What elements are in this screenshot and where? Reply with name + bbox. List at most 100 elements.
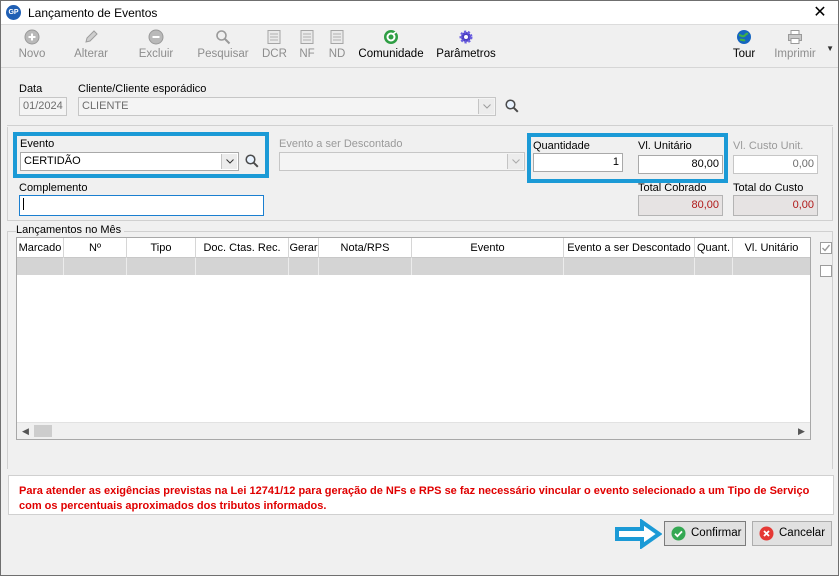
toolbar: Novo Alterar Excluir Pesquisar DCR NF ND [1,26,838,68]
toolbar-button-excluir[interactable]: Excluir [138,29,174,65]
quantidade-label: Quantidade [533,140,590,152]
grid-header: Marcado Nº Tipo Doc. Ctas. Rec. Gerar No… [17,238,810,258]
confirm-button[interactable]: Confirmar [664,521,746,546]
column-header-vl-unitario[interactable]: Vl. Unitário [733,238,810,258]
toolbar-button-comunidade[interactable]: Comunidade [358,29,424,65]
toolbar-label: Alterar [74,48,108,60]
toolbar-label: Tour [732,48,756,60]
scroll-right-icon[interactable]: ▶ [793,423,810,439]
total-cobrado-label: Total Cobrado [638,182,707,194]
toolbar-button-nd[interactable]: ND [327,29,347,65]
plus-circle-icon [24,29,40,45]
toolbar-button-pesquisar[interactable]: Pesquisar [197,29,249,65]
chevron-down-icon[interactable] [221,154,237,169]
cliente-search-icon[interactable] [504,98,520,114]
total-cobrado-field: 80,00 [638,195,723,216]
horizontal-scrollbar[interactable]: ◀ ▶ [17,422,810,439]
document-icon [330,30,344,44]
complemento-label: Complemento [19,182,88,194]
scroll-left-icon[interactable]: ◀ [17,423,34,439]
chevron-down-icon[interactable] [507,154,523,169]
scroll-thumb[interactable] [34,425,52,437]
data-label: Data [19,83,43,95]
lancamentos-title: Lançamentos no Mês [16,224,125,236]
document-icon [300,30,314,44]
column-header-doc-ctas-rec[interactable]: Doc. Ctas. Rec. [196,238,289,258]
table-cell [412,258,564,275]
column-header-numero[interactable]: Nº [64,238,127,258]
select-all-checkbox[interactable] [820,242,832,254]
evento-search-icon[interactable] [244,153,260,169]
data-field[interactable]: 01/2024 [19,97,67,116]
toolbar-label: Pesquisar [197,48,249,60]
community-icon [384,30,398,44]
toolbar-button-parametros[interactable]: Parâmetros [436,29,496,65]
toolbar-label: Comunidade [358,48,424,60]
title-bar: GP Lançamento de Eventos ✕ [1,1,838,25]
toolbar-overflow-chevron-icon[interactable]: ▼ [826,44,834,53]
toolbar-label: Excluir [138,48,174,60]
cancel-circle-icon [759,526,774,541]
cliente-value: CLIENTE [82,100,129,112]
column-header-nota-rps[interactable]: Nota/RPS [319,238,412,258]
clear-selection-checkbox[interactable] [820,265,832,277]
column-header-quant[interactable]: Quant. [695,238,733,258]
column-header-marcado[interactable]: Marcado [17,238,64,258]
column-header-gerar[interactable]: Gerar [289,238,319,258]
toolbar-button-tour[interactable]: Tour [730,29,758,65]
toolbar-label: NF [299,48,315,60]
table-cell [289,258,319,275]
complemento-field[interactable] [19,195,264,216]
event-entry-window: GP Lançamento de Eventos ✕ Novo Alterar … [0,0,839,576]
quantidade-field[interactable]: 1 [533,153,623,172]
evento-label: Evento [20,138,55,150]
total-custo-field: 0,00 [733,195,818,216]
column-header-evento[interactable]: Evento [412,238,564,258]
table-row-empty[interactable] [17,258,810,275]
toolbar-label: Parâmetros [436,48,496,60]
chevron-down-icon[interactable] [478,99,494,114]
window-title: Lançamento de Eventos [28,6,158,20]
cancel-button[interactable]: Cancelar [752,521,832,546]
evento-value: CERTIDÃO [24,155,81,167]
separator [7,125,833,126]
evento-combo[interactable]: CERTIDÃO [20,152,239,171]
cliente-combo[interactable]: CLIENTE [78,97,496,116]
evento-descontado-combo[interactable] [279,152,525,171]
cancel-label: Cancelar [779,527,826,539]
toolbar-label: Novo [18,48,46,60]
cliente-label: Cliente/Cliente esporádico [78,83,207,95]
table-cell [564,258,695,275]
toolbar-button-alterar[interactable]: Alterar [71,29,111,65]
toolbar-label: DCR [262,48,287,60]
toolbar-button-imprimir[interactable]: Imprimir [771,29,819,65]
table-cell [17,258,64,275]
toolbar-button-nf[interactable]: NF [298,29,316,65]
app-logo-icon: GP [6,5,21,20]
confirm-label: Confirmar [691,527,742,539]
table-cell [196,258,289,275]
table-cell [127,258,196,275]
toolbar-label: ND [328,48,346,60]
evento-descontado-label: Evento a ser Descontado [279,138,403,150]
check-circle-icon [671,526,686,541]
vl-unitario-label: Vl. Unitário [638,140,692,152]
close-button[interactable]: ✕ [810,3,830,23]
table-cell [695,258,733,275]
document-icon [267,30,281,44]
column-header-tipo[interactable]: Tipo [127,238,196,258]
vl-custo-field[interactable]: 0,00 [733,155,818,174]
annotation-arrow-icon [615,519,662,549]
check-icon [822,244,831,252]
toolbar-button-dcr[interactable]: DCR [262,29,287,65]
column-header-evento-descontado[interactable]: Evento a ser Descontado [564,238,695,258]
printer-icon [788,30,802,44]
table-cell [64,258,127,275]
pencil-icon [85,30,98,43]
table-cell [319,258,412,275]
text-cursor [23,198,24,211]
gear-icon [459,30,473,44]
vl-unitario-field[interactable]: 80,00 [638,155,723,174]
toolbar-button-novo[interactable]: Novo [16,29,48,65]
lancamentos-grid[interactable]: Marcado Nº Tipo Doc. Ctas. Rec. Gerar No… [16,237,811,440]
